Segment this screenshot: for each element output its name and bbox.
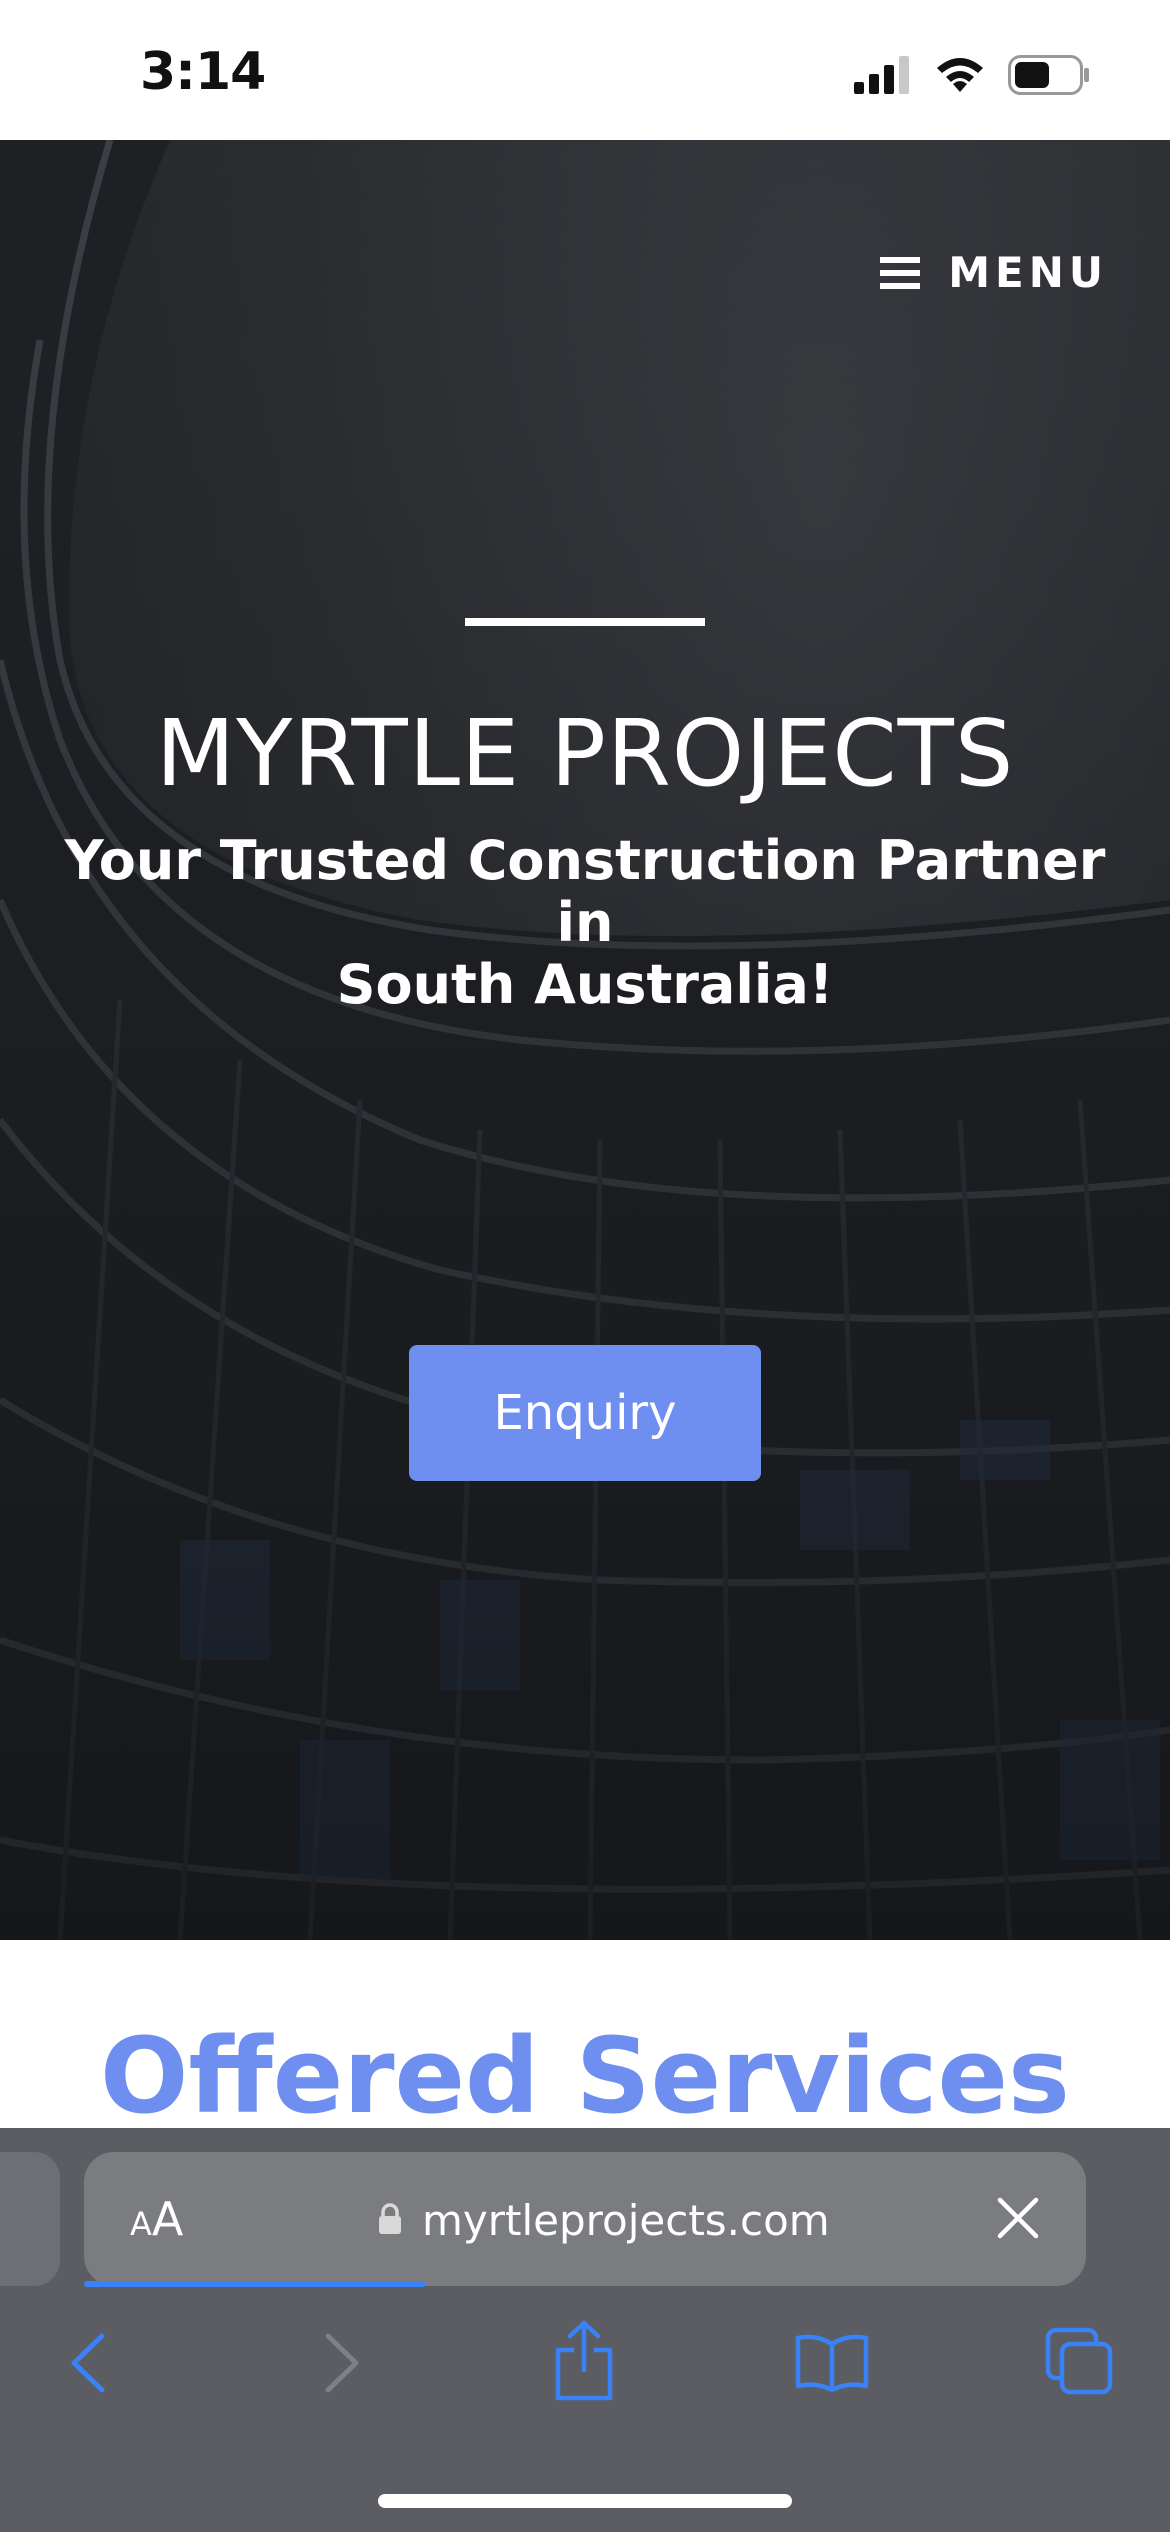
address-url: myrtleprojects.com — [422, 2196, 830, 2245]
status-time: 3:14 — [140, 42, 266, 102]
battery-icon — [1008, 55, 1089, 95]
home-indicator — [378, 2494, 792, 2508]
hero-divider — [465, 618, 705, 626]
status-icons — [854, 50, 1090, 100]
tabs-icon[interactable] — [1044, 2326, 1114, 2396]
hero-background-building-image — [0, 140, 1170, 1940]
cellular-signal-icon — [854, 56, 909, 94]
services-heading: Offered Services — [100, 2015, 1070, 2137]
enquiry-button[interactable]: Enquiry — [409, 1345, 761, 1481]
text-size-button[interactable]: AA — [130, 2192, 183, 2246]
wifi-icon — [937, 58, 983, 92]
hero-section: MENU MYRTLE PROJECTS Your Trusted Constr… — [0, 140, 1170, 1940]
hamburger-icon — [880, 256, 921, 289]
menu-label: MENU — [948, 248, 1108, 297]
hero-subtitle-line-2: South Australia! — [336, 953, 834, 1016]
forward-icon[interactable] — [322, 2332, 362, 2394]
page-load-progress — [84, 2281, 426, 2287]
back-icon[interactable] — [68, 2332, 108, 2394]
lock-icon — [379, 2203, 401, 2234]
previous-tab-preview[interactable] — [0, 2152, 60, 2286]
hero-title: MYRTLE PROJECTS — [155, 700, 1015, 807]
hero-subtitle: Your Trusted Construction Partner in Sou… — [30, 830, 1140, 1016]
menu-button[interactable]: MENU — [880, 248, 1108, 297]
bookmarks-icon[interactable] — [794, 2332, 870, 2392]
hero-subtitle-line-1: Your Trusted Construction Partner in — [64, 829, 1106, 954]
text-size-small-a: A — [130, 2205, 152, 2243]
share-icon[interactable] — [552, 2320, 616, 2402]
text-size-large-a: A — [151, 2192, 184, 2246]
close-icon[interactable] — [996, 2196, 1040, 2240]
